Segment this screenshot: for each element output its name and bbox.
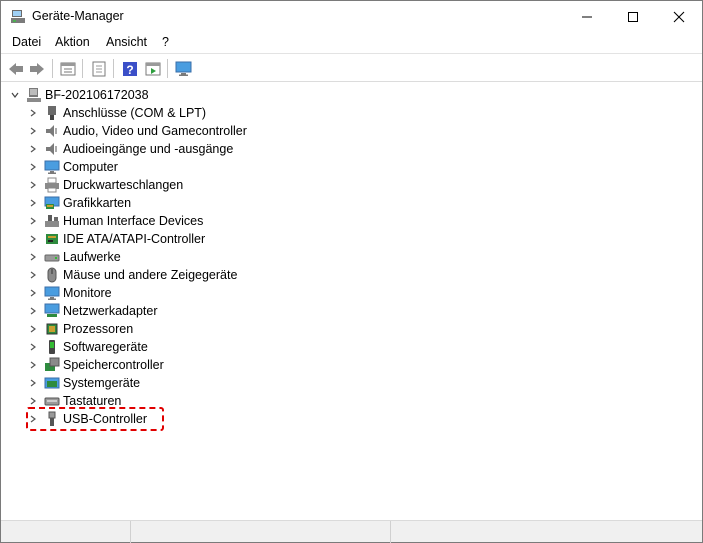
- port-icon: [44, 105, 60, 121]
- title-bar[interactable]: Geräte-Manager: [1, 1, 702, 32]
- status-cell: [131, 521, 391, 543]
- tree-node-label: Softwaregeräte: [63, 340, 148, 354]
- tree-node[interactable]: Systemgeräte: [25, 374, 140, 392]
- tree-node-label: IDE ATA/ATAPI-Controller: [63, 232, 206, 246]
- chevron-right-icon[interactable]: [25, 284, 41, 302]
- tree-node[interactable]: Laufwerke: [25, 248, 121, 266]
- software-device-icon: [44, 339, 60, 355]
- chevron-right-icon[interactable]: [25, 338, 41, 356]
- close-button[interactable]: [656, 1, 702, 32]
- tree-node[interactable]: Audio, Video und Gamecontroller: [25, 122, 247, 140]
- monitor-scan-icon[interactable]: [174, 59, 194, 78]
- tree-node[interactable]: IDE ATA/ATAPI-Controller: [25, 230, 205, 248]
- tree-node-label: Anschlüsse (COM & LPT): [63, 106, 207, 120]
- tree-node-label: Computer: [63, 160, 118, 174]
- chevron-right-icon[interactable]: [25, 194, 41, 212]
- tree-node-label: Human Interface Devices: [63, 214, 204, 228]
- window-title: Geräte-Manager: [32, 9, 124, 23]
- printer-icon: [44, 177, 60, 193]
- speaker-icon: [44, 141, 60, 157]
- menu-datei[interactable]: Datei: [12, 35, 41, 49]
- maximize-button[interactable]: [610, 1, 656, 32]
- system-device-icon: [44, 375, 60, 391]
- tree-node[interactable]: Prozessoren: [25, 320, 133, 338]
- tree-node-label: Audioeingänge und -ausgänge: [63, 142, 234, 156]
- chevron-right-icon[interactable]: [25, 266, 41, 284]
- storage-controller-icon: [44, 357, 60, 373]
- ide-controller-icon: [44, 231, 60, 247]
- svg-text:?: ?: [126, 63, 133, 77]
- chevron-right-icon[interactable]: [25, 158, 41, 176]
- display-adapter-icon: [44, 195, 60, 211]
- tree-node[interactable]: Monitore: [25, 284, 112, 302]
- tree-node[interactable]: Computer: [25, 158, 118, 176]
- tree-node-label: Tastaturen: [63, 394, 122, 408]
- help-icon[interactable]: ?: [120, 59, 140, 78]
- tree-node[interactable]: Grafikkarten: [25, 194, 131, 212]
- tree-node[interactable]: Human Interface Devices: [25, 212, 203, 230]
- menu-bar: Datei Aktion Ansicht ?: [1, 32, 702, 54]
- tree-root-node[interactable]: BF-202106172038: [7, 86, 149, 104]
- chevron-right-icon[interactable]: [25, 122, 41, 140]
- menu-help[interactable]: ?: [162, 35, 169, 49]
- tree-node[interactable]: Audioeingänge und -ausgänge: [25, 140, 233, 158]
- tree-node-label: Monitore: [63, 286, 112, 300]
- tree-node-label: Speichercontroller: [63, 358, 164, 372]
- chevron-right-icon[interactable]: [25, 374, 41, 392]
- chevron-right-icon[interactable]: [25, 140, 41, 158]
- update-driver-icon[interactable]: [89, 59, 109, 78]
- mouse-icon: [44, 267, 60, 283]
- toolbar: ?: [1, 55, 702, 82]
- tree-node[interactable]: Netzwerkadapter: [25, 302, 158, 320]
- minimize-button[interactable]: [564, 1, 610, 32]
- toolbar-separator: [113, 59, 114, 78]
- tree-node-label: Grafikkarten: [63, 196, 132, 210]
- toolbar-separator: [167, 59, 168, 78]
- usb-controller-highlight: [26, 407, 164, 431]
- tree-node-label: Systemgeräte: [63, 376, 141, 390]
- chevron-right-icon[interactable]: [25, 176, 41, 194]
- chevron-down-icon[interactable]: [7, 86, 23, 104]
- device-tree: BF-202106172038 Anschlüsse (COM & LPT) Au…: [1, 83, 702, 519]
- tree-node-label: Prozessoren: [63, 322, 134, 336]
- speaker-icon: [44, 123, 60, 139]
- tree-node[interactable]: Mäuse und andere Zeigegeräte: [25, 266, 237, 284]
- disk-drive-icon: [44, 249, 60, 265]
- toolbar-separator: [82, 59, 83, 78]
- tree-node-label: Audio, Video und Gamecontroller: [63, 124, 247, 138]
- tree-node[interactable]: Anschlüsse (COM & LPT): [25, 104, 206, 122]
- tree-node[interactable]: Softwaregeräte: [25, 338, 148, 356]
- back-arrow-icon[interactable]: [6, 59, 26, 78]
- tree-node[interactable]: Druckwarteschlangen: [25, 176, 183, 194]
- tree-node-label: Netzwerkadapter: [63, 304, 158, 318]
- hid-icon: [44, 213, 60, 229]
- chevron-right-icon[interactable]: [25, 212, 41, 230]
- tree-node-label: Mäuse und andere Zeigegeräte: [63, 268, 238, 282]
- chevron-right-icon[interactable]: [25, 302, 41, 320]
- monitor-icon: [44, 159, 60, 175]
- network-icon: [44, 303, 60, 319]
- device-manager-app-icon: [10, 9, 26, 25]
- status-bar: [1, 520, 702, 543]
- tree-root-label: BF-202106172038: [45, 88, 149, 102]
- run-icon[interactable]: [143, 59, 163, 78]
- chevron-right-icon[interactable]: [25, 248, 41, 266]
- chevron-right-icon[interactable]: [25, 356, 41, 374]
- computer-root-icon: [26, 87, 42, 103]
- cpu-icon: [44, 321, 60, 337]
- tree-node-label: Laufwerke: [63, 250, 121, 264]
- properties-icon[interactable]: [58, 59, 78, 78]
- menu-ansicht[interactable]: Ansicht: [106, 35, 147, 49]
- monitor-icon: [44, 285, 60, 301]
- forward-arrow-icon[interactable]: [27, 59, 47, 78]
- chevron-right-icon[interactable]: [25, 320, 41, 338]
- status-cell: [1, 521, 131, 543]
- chevron-right-icon[interactable]: [25, 104, 41, 122]
- tree-node[interactable]: Speichercontroller: [25, 356, 164, 374]
- tree-node-label: Druckwarteschlangen: [63, 178, 184, 192]
- menu-aktion[interactable]: Aktion: [55, 35, 90, 49]
- chevron-right-icon[interactable]: [25, 230, 41, 248]
- toolbar-separator: [52, 59, 53, 78]
- device-manager-window: Geräte-Manager Datei Aktion Ansicht ? ? …: [0, 0, 703, 543]
